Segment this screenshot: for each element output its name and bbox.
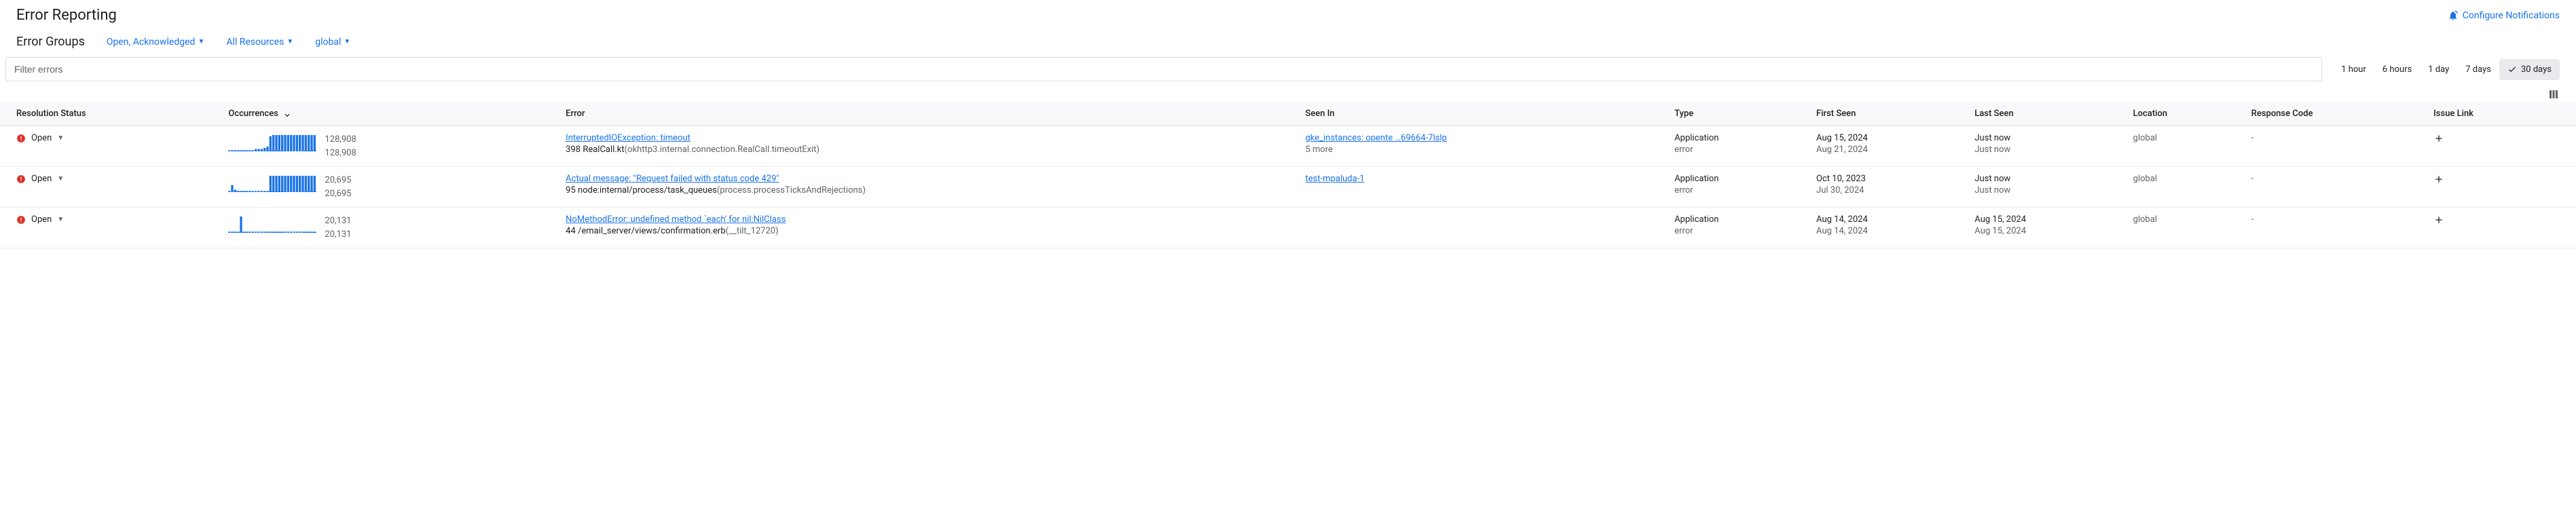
add-issue-link-button[interactable] <box>2433 133 2444 144</box>
first-seen: Aug 14, 2024Aug 14, 2024 <box>1816 214 1958 236</box>
error-type: Applicationerror <box>1674 214 1800 236</box>
table-row: Open ▼ 20,695 20,695 Actual message: "Re… <box>0 167 2576 208</box>
status-selector[interactable]: Open ▼ <box>16 214 212 225</box>
caret-down-icon: ▼ <box>287 38 293 45</box>
caret-down-icon: ▼ <box>198 38 204 45</box>
status-filter[interactable]: Open, Acknowledged ▼ <box>107 37 204 48</box>
error-status-icon <box>16 215 26 225</box>
col-location[interactable]: Location <box>2125 102 2243 126</box>
status-selector[interactable]: Open ▼ <box>16 174 212 184</box>
error-status-icon <box>16 174 26 184</box>
status-label: Open <box>31 214 52 225</box>
check-icon <box>2507 64 2517 74</box>
table-row: Open ▼ 128,908 128,908 InterruptedIOExce… <box>0 126 2576 167</box>
col-issue-link[interactable]: Issue Link <box>2425 102 2576 126</box>
status-selector[interactable]: Open ▼ <box>16 133 212 143</box>
caret-down-icon: ▼ <box>57 216 64 223</box>
section-title: Error Groups <box>16 35 85 49</box>
region-filter-label: global <box>315 37 341 48</box>
occurrence-counts: 128,908 128,908 <box>325 133 356 159</box>
table-row: Open ▼ 20,131 20,131 NoMethodError: unde… <box>0 208 2576 248</box>
first-seen: Aug 15, 2024Aug 21, 2024 <box>1816 133 1958 155</box>
seen-in-link[interactable]: gke_instances: opente …69664-7lslp <box>1305 133 1658 143</box>
response-code: - <box>2243 126 2425 167</box>
sparkline <box>228 216 316 235</box>
error-link[interactable]: Actual message: "Request failed with sta… <box>566 174 1289 184</box>
page-title: Error Reporting <box>16 7 117 24</box>
configure-notifications-label: Configure Notifications <box>2463 10 2560 21</box>
error-table: Resolution Status Occurrences Error Seen… <box>0 102 2576 248</box>
error-type: Applicationerror <box>1674 174 1800 195</box>
seen-in-more: 5 more <box>1305 145 1658 155</box>
arrow-down-icon <box>282 109 292 119</box>
resources-filter[interactable]: All Resources ▼ <box>226 37 293 48</box>
col-resolution-status[interactable]: Resolution Status <box>0 102 220 126</box>
occurrence-counts: 20,695 20,695 <box>325 174 351 200</box>
location: global <box>2125 208 2243 248</box>
location: global <box>2125 126 2243 167</box>
add-issue-link-button[interactable] <box>2433 174 2444 185</box>
sparkline <box>228 134 316 153</box>
col-first-seen[interactable]: First Seen <box>1808 102 1966 126</box>
resources-filter-label: All Resources <box>226 37 284 48</box>
error-type: Applicationerror <box>1674 133 1800 155</box>
col-occurrences[interactable]: Occurrences <box>220 102 557 126</box>
col-error[interactable]: Error <box>557 102 1297 126</box>
error-location: 44 /email_server/views/confirmation.erb(… <box>566 226 1289 236</box>
error-link[interactable]: NoMethodError: undefined method `each' f… <box>566 214 1289 225</box>
error-status-icon <box>16 134 26 143</box>
error-location: 95 node:internal/process/task_queues(pro… <box>566 185 1289 195</box>
status-filter-label: Open, Acknowledged <box>107 37 196 48</box>
col-last-seen[interactable]: Last Seen <box>1966 102 2124 126</box>
add-issue-link-button[interactable] <box>2433 214 2444 225</box>
caret-down-icon: ▼ <box>344 38 350 45</box>
occurrence-counts: 20,131 20,131 <box>325 214 351 241</box>
configure-notifications-link[interactable]: Configure Notifications <box>2448 10 2560 21</box>
columns-icon[interactable] <box>2547 88 2560 100</box>
col-occurrences-label: Occurrences <box>228 109 278 119</box>
time-range-option[interactable]: 1 day <box>2420 59 2457 80</box>
status-label: Open <box>31 174 52 184</box>
status-label: Open <box>31 133 52 143</box>
caret-down-icon: ▼ <box>57 134 64 142</box>
time-range-option[interactable]: 7 days <box>2457 59 2499 80</box>
filter-input[interactable] <box>14 64 2313 75</box>
error-link[interactable]: InterruptedIOException: timeout <box>566 133 1289 143</box>
last-seen: Aug 15, 2024Aug 15, 2024 <box>1974 214 2116 236</box>
col-type[interactable]: Type <box>1666 102 1808 126</box>
time-range-option[interactable]: 6 hours <box>2374 59 2420 80</box>
response-code: - <box>2243 167 2425 208</box>
bell-icon <box>2448 10 2459 21</box>
response-code: - <box>2243 208 2425 248</box>
time-range-option[interactable]: 30 days <box>2499 59 2560 80</box>
seen-in-link[interactable]: test-mpaluda-1 <box>1305 174 1658 184</box>
time-range-option[interactable]: 1 hour <box>2333 59 2374 80</box>
col-seen-in[interactable]: Seen In <box>1297 102 1666 126</box>
last-seen: Just nowJust now <box>1974 133 2116 155</box>
col-response-code[interactable]: Response Code <box>2243 102 2425 126</box>
region-filter[interactable]: global ▼ <box>315 37 350 48</box>
filter-input-wrap[interactable] <box>5 57 2322 81</box>
sparkline <box>228 175 316 194</box>
first-seen: Oct 10, 2023Jul 30, 2024 <box>1816 174 1958 195</box>
time-range-selector: 1 hour6 hours1 day7 days30 days <box>2333 59 2560 80</box>
caret-down-icon: ▼ <box>57 175 64 183</box>
error-location: 398 RealCall.kt(okhttp3.internal.connect… <box>566 145 1289 155</box>
last-seen: Just nowJust now <box>1974 174 2116 195</box>
location: global <box>2125 167 2243 208</box>
